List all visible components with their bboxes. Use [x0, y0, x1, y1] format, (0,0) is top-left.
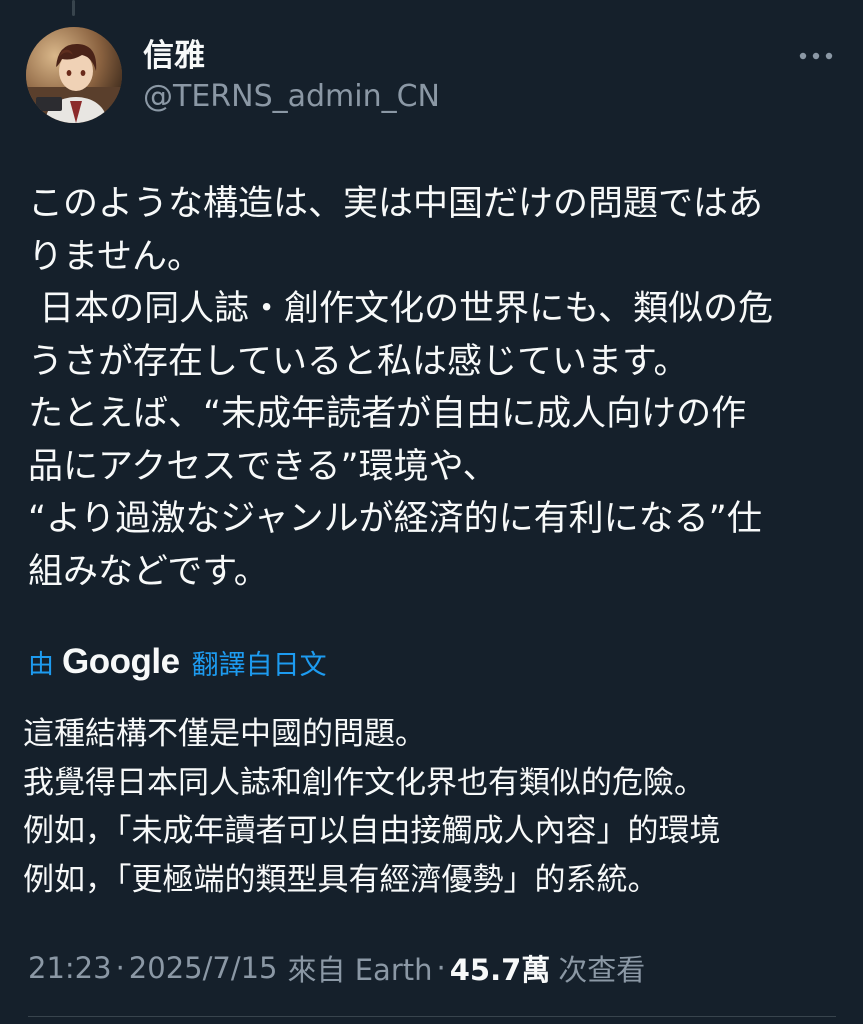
translation-attribution: 由 Google 翻譯自日文	[28, 640, 327, 684]
avatar[interactable]	[26, 27, 122, 123]
author-handle[interactable]: @TERNS_admin_CN	[143, 78, 440, 116]
tweet-text-line: たとえば、“未成年読者が自由に成人向けの作	[28, 394, 747, 434]
tweet-text-line: りません。	[28, 236, 202, 277]
tweet-text-line: 品にアクセスできる”環境や、	[28, 446, 498, 487]
tweet-date[interactable]: 2025/7/15	[129, 951, 278, 985]
meta-separator: ·	[436, 951, 446, 985]
thread-connector-line	[72, 0, 75, 16]
more-options-button[interactable]	[796, 38, 836, 74]
translated-text: 這種結構不僅是中國的問題。 我覺得日本同人誌和創作文化界也有類似的危險。 例如，…	[23, 710, 833, 904]
translated-by-label: 由	[28, 649, 55, 680]
more-horizontal-icon	[799, 52, 833, 60]
tweet-text-line: このような構造は、実は中国だけの問題ではあ	[28, 184, 764, 224]
tweet-text-line: 組みなどです。	[28, 551, 269, 592]
translated-text-line: 例如，「未成年讀者可以自由接觸成人內容」的環境	[23, 813, 721, 849]
translated-text-line: 例如，「更極端的類型具有經濟優勢」的系統。	[23, 861, 659, 898]
tweet-text-line: 日本の同人誌・創作文化の世界にも、類似の危	[28, 289, 774, 329]
author-display-name[interactable]: 信雅	[143, 36, 205, 76]
translated-from-link[interactable]: 翻譯自日文	[192, 643, 327, 682]
tweet-time[interactable]: 21:23	[28, 951, 112, 985]
anime-character-avatar-icon	[26, 27, 122, 123]
tweet-text-line: “より過激なジャンルが経済的に有利になる”仕	[28, 499, 762, 539]
views-count[interactable]: 45.7萬	[450, 947, 551, 989]
divider	[28, 1016, 836, 1017]
google-logo: Google	[62, 642, 180, 681]
tweet-source[interactable]: 來自 Earth	[288, 947, 433, 989]
tweet-text: このような構造は、実は中国だけの問題ではあ りません。 日本の同人誌・創作文化の…	[28, 178, 833, 598]
tweet-text-line: うさが存在していると私は感じています。	[28, 341, 689, 382]
translated-text-line: 我覺得日本同人誌和創作文化界也有類似的危險。	[23, 764, 705, 801]
translated-text-line: 這種結構不僅是中國的問題。	[23, 716, 426, 752]
tweet-metadata: 21:23 · 2025/7/15 來自 Earth · 45.7萬 次查看	[28, 946, 645, 990]
views-label: 次查看	[558, 953, 646, 987]
meta-separator: ·	[115, 951, 125, 985]
